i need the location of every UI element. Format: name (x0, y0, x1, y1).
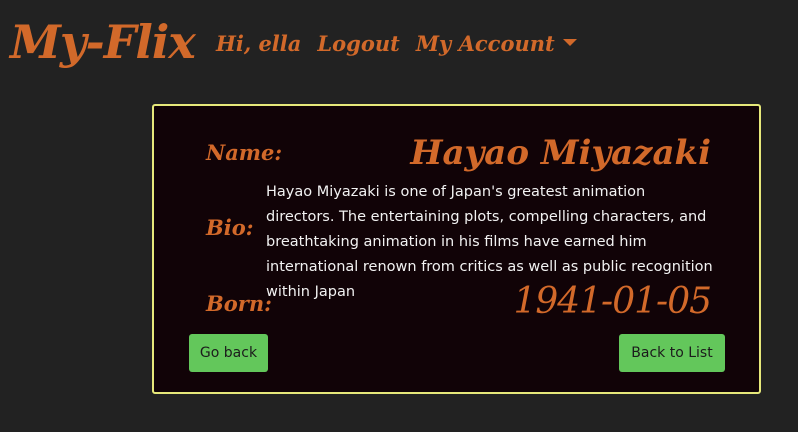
born-label: Born: (206, 291, 272, 316)
nav-links: Hi, ella Logout My Account (216, 28, 577, 60)
my-account-label: My Account (415, 31, 555, 56)
name-label: Name: (206, 140, 283, 165)
back-to-list-button[interactable]: Back to List (619, 334, 725, 372)
greeting-link[interactable]: Hi, ella (216, 28, 301, 60)
birth-date: 1941-01-05 (513, 281, 712, 322)
director-card: Name: Hayao Miyazaki Bio: Hayao Miyazaki… (152, 104, 761, 394)
logout-link[interactable]: Logout (317, 28, 399, 60)
director-name: Hayao Miyazaki (410, 133, 711, 173)
brand-logo[interactable]: My-Flix (10, 10, 196, 74)
go-back-button[interactable]: Go back (189, 334, 268, 372)
navbar: My-Flix Hi, ella Logout My Account (0, 0, 798, 90)
bio-label: Bio: (206, 215, 254, 240)
caret-down-icon (562, 39, 577, 46)
my-account-dropdown[interactable]: My Account (416, 28, 577, 60)
